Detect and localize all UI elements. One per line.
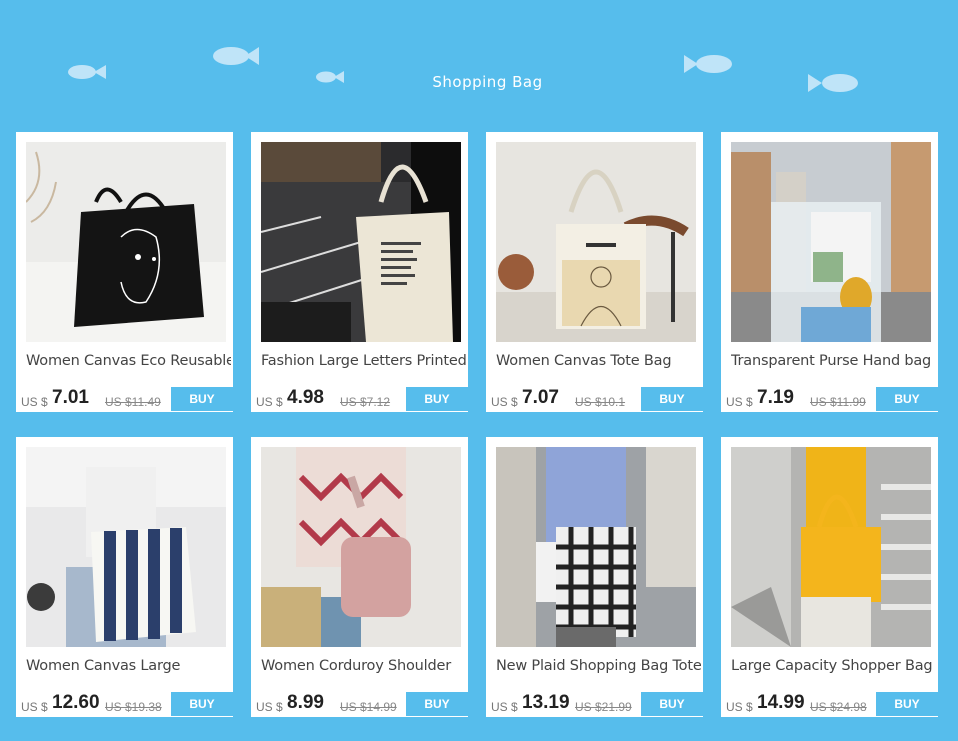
product-photo[interactable] bbox=[261, 142, 461, 342]
currency-label: US $ bbox=[726, 395, 753, 409]
price-row: US $ 4.98 US $7.12 BUY bbox=[256, 387, 468, 413]
old-price: US $14.99 bbox=[340, 700, 397, 714]
price-row: US $ 13.19 US $21.99 BUY bbox=[491, 692, 703, 718]
old-price: US $7.12 bbox=[340, 395, 391, 409]
price-row: US $ 12.60 US $19.38 BUY bbox=[21, 692, 233, 718]
product-name[interactable]: Transparent Purse Hand bag bbox=[731, 353, 936, 369]
product-name[interactable]: New Plaid Shopping Bag Tote bbox=[496, 658, 701, 674]
price: 7.19 bbox=[757, 387, 794, 408]
price-row: US $ 8.99 US $14.99 BUY bbox=[256, 692, 468, 718]
old-price: US $24.98 bbox=[810, 700, 867, 714]
old-price: US $10.1 bbox=[575, 395, 626, 409]
product-card[interactable]: Large Capacity Shopper Bag US $ 14.99 US… bbox=[721, 437, 938, 717]
price-row: US $ 7.19 US $11.99 BUY bbox=[726, 387, 938, 413]
product-card[interactable]: Women Corduroy Shoulder US $ 8.99 US $14… bbox=[251, 437, 468, 717]
buy-button[interactable]: BUY bbox=[406, 387, 468, 411]
product-name[interactable]: Women Canvas Eco Reusable bbox=[26, 353, 231, 369]
product-name[interactable]: Fashion Large Letters Printed bbox=[261, 353, 466, 369]
page-title: Shopping Bag bbox=[432, 73, 543, 91]
price-row: US $ 7.01 US $11.49 BUY bbox=[21, 387, 233, 413]
product-name[interactable]: Large Capacity Shopper Bag bbox=[731, 658, 936, 674]
product-name[interactable]: Women Corduroy Shoulder bbox=[261, 658, 466, 674]
currency-label: US $ bbox=[256, 700, 283, 714]
currency-label: US $ bbox=[21, 395, 48, 409]
old-price: US $19.38 bbox=[105, 700, 162, 714]
price: 4.98 bbox=[287, 387, 324, 408]
buy-button[interactable]: BUY bbox=[641, 387, 703, 411]
product-photo[interactable] bbox=[261, 447, 461, 647]
product-photo[interactable] bbox=[26, 447, 226, 647]
price: 7.01 bbox=[52, 387, 89, 408]
old-price: US $11.99 bbox=[810, 395, 866, 409]
price: 13.19 bbox=[522, 692, 570, 713]
price-row: US $ 14.99 US $24.98 BUY bbox=[726, 692, 938, 718]
product-card[interactable]: Fashion Large Letters Printed US $ 4.98 … bbox=[251, 132, 468, 412]
product-photo[interactable] bbox=[731, 447, 931, 647]
buy-button[interactable]: BUY bbox=[876, 387, 938, 411]
currency-label: US $ bbox=[726, 700, 753, 714]
price: 7.07 bbox=[522, 387, 559, 408]
currency-label: US $ bbox=[21, 700, 48, 714]
buy-button[interactable]: BUY bbox=[171, 692, 233, 716]
currency-label: US $ bbox=[491, 700, 518, 714]
currency-label: US $ bbox=[491, 395, 518, 409]
fish-icon bbox=[213, 47, 259, 65]
product-name[interactable]: Women Canvas Large bbox=[26, 658, 231, 674]
product-card[interactable]: Women Canvas Eco Reusable US $ 7.01 US $… bbox=[16, 132, 233, 412]
product-name[interactable]: Women Canvas Tote Bag bbox=[496, 353, 701, 369]
buy-button[interactable]: BUY bbox=[406, 692, 468, 716]
product-card[interactable]: Women Canvas Large US $ 12.60 US $19.38 … bbox=[16, 437, 233, 717]
price: 14.99 bbox=[757, 692, 805, 713]
product-photo[interactable] bbox=[731, 142, 931, 342]
buy-button[interactable]: BUY bbox=[171, 387, 233, 411]
price-row: US $ 7.07 US $10.1 BUY bbox=[491, 387, 703, 413]
price: 12.60 bbox=[52, 692, 100, 713]
product-card[interactable]: Transparent Purse Hand bag US $ 7.19 US … bbox=[721, 132, 938, 412]
buy-button[interactable]: BUY bbox=[876, 692, 938, 716]
product-photo[interactable] bbox=[26, 142, 226, 342]
product-photo[interactable] bbox=[496, 447, 696, 647]
old-price: US $11.49 bbox=[105, 395, 161, 409]
old-price: US $21.99 bbox=[575, 700, 632, 714]
price: 8.99 bbox=[287, 692, 324, 713]
product-card[interactable]: New Plaid Shopping Bag Tote US $ 13.19 U… bbox=[486, 437, 703, 717]
currency-label: US $ bbox=[256, 395, 283, 409]
product-card[interactable]: Women Canvas Tote Bag US $ 7.07 US $10.1… bbox=[486, 132, 703, 412]
product-photo[interactable] bbox=[496, 142, 696, 342]
buy-button[interactable]: BUY bbox=[641, 692, 703, 716]
